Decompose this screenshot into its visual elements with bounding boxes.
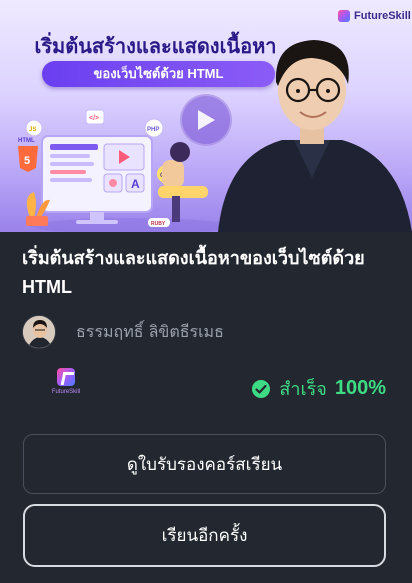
- provider-logo: FutureSkill: [46, 368, 86, 400]
- status-label: สำเร็จ: [279, 379, 327, 400]
- thumbnail-brand-text: FutureSkill: [354, 10, 411, 22]
- svg-text:PHP: PHP: [147, 127, 159, 133]
- progress-percent: 100%: [334, 377, 386, 399]
- svg-text:HTML: HTML: [18, 138, 35, 144]
- play-icon: [198, 110, 215, 130]
- svg-text:JS: JS: [29, 127, 36, 133]
- play-video-button[interactable]: [180, 94, 232, 146]
- thumbnail-headline: เริ่มต้นสร้างและแสดงเนื้อหา: [34, 36, 277, 58]
- illustration-a-label: A: [131, 177, 140, 191]
- instructor-row: ธรรมฤทธิ์ ลิขิตธีรเมธ: [22, 315, 224, 349]
- avatar-image: [23, 316, 55, 348]
- svg-text:</>: </>: [89, 115, 99, 122]
- svg-text:RUBY: RUBY: [151, 221, 166, 227]
- thumbnail-brand: FutureSkill: [338, 10, 411, 22]
- relearn-button[interactable]: เรียนอีกครั้ง: [23, 504, 386, 567]
- course-thumbnail[interactable]: FutureSkill A HTML 5 JS </> PHP RUBY เริ…: [0, 0, 412, 232]
- course-title: เริ่มต้นสร้างและแสดงเนื้อหาของเว็บไซต์ด้…: [22, 248, 365, 297]
- futureskill-logo-icon: [57, 368, 75, 386]
- check-circle-icon: [252, 379, 271, 398]
- view-certificate-button[interactable]: ดูใบรับรองคอร์สเรียน: [23, 434, 386, 494]
- svg-text:5: 5: [24, 155, 30, 167]
- completion-status: สำเร็จ 100%: [251, 374, 386, 403]
- course-card: FutureSkill A HTML 5 JS </> PHP RUBY เริ…: [0, 0, 412, 583]
- futureskill-logo-icon: [338, 10, 350, 22]
- relearn-label: เรียนอีกครั้ง: [161, 526, 248, 546]
- thumbnail-subheadline: ของเว็บไซต์ด้วย HTML: [42, 61, 275, 87]
- instructor-avatar: [22, 315, 56, 349]
- provider-logo-text: FutureSkill: [51, 389, 81, 395]
- instructor-name: ธรรมฤทธิ์ ลิขิตธีรเมธ: [76, 321, 224, 341]
- view-certificate-label: ดูใบรับรองคอร์สเรียน: [126, 454, 283, 475]
